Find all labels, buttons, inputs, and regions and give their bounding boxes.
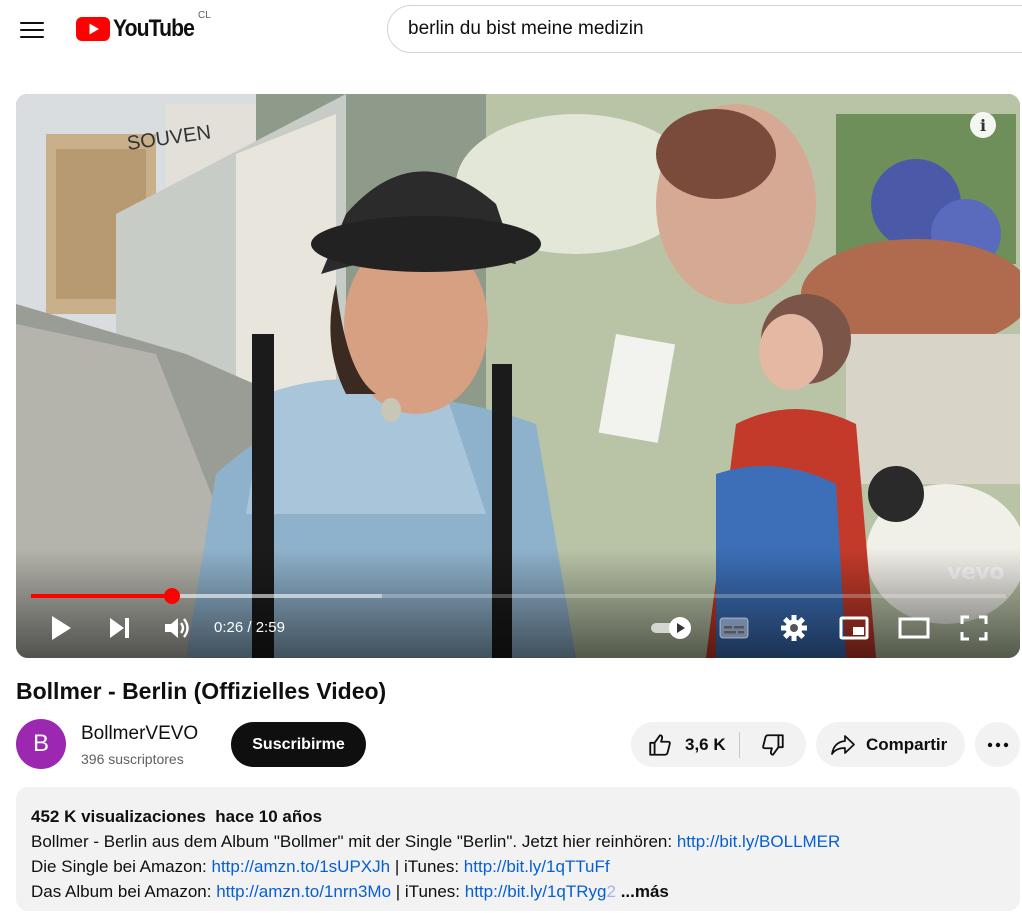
description-text: Bollmer - Berlin aus dem Album "Bollmer"… [31,832,677,851]
played-bar [31,594,173,598]
like-count: 3,6 K [685,734,726,754]
mute-button[interactable] [160,610,194,646]
description-separator: | iTunes: [390,857,464,876]
subtitles-icon [719,617,749,639]
itunes-album-link-faded: 2 [606,882,616,901]
like-dislike-group: 3,6 K [631,722,806,767]
current-time: 0:26 [214,619,244,636]
country-code: CL [198,10,211,21]
theater-mode-button[interactable] [896,610,932,646]
description-text: Die Single bei Amazon: [31,857,212,876]
description-line-2: Die Single bei Amazon: http://amzn.to/1s… [31,854,1005,879]
subscriber-count: 396 suscriptores [81,751,184,767]
next-button[interactable] [102,610,136,646]
video-player[interactable]: SOUVEN i vevo [16,94,1020,658]
subtitles-button[interactable] [716,610,752,646]
fullscreen-icon [960,615,988,641]
description-line-1: Bollmer - Berlin aus dem Album "Bollmer"… [31,829,1005,854]
time-separator: / [243,619,256,636]
description-line-3: Das Album bei Amazon: http://amzn.to/1nr… [31,879,1005,904]
thumbs-up-icon [649,733,671,756]
description-separator: | iTunes: [391,882,465,901]
play-button[interactable] [44,610,78,646]
settings-button[interactable] [776,610,812,646]
avatar[interactable]: B [16,719,66,769]
share-icon [831,734,855,755]
miniplayer-button[interactable] [836,610,872,646]
video-title: Bollmer - Berlin (Offizielles Video) [16,678,387,704]
youtube-logo[interactable]: YouTube CL [76,10,211,43]
upload-age: hace 10 años [215,807,323,826]
skip-next-icon [110,618,129,638]
description-meta: 452 K visualizaciones hace 10 años [31,804,1005,829]
thumbs-down-icon [762,733,784,756]
autoplay-toggle-icon [651,617,691,639]
search-input[interactable] [408,18,1008,40]
logo-wordmark: YouTube [113,15,195,42]
like-button[interactable]: 3,6 K [631,722,739,767]
more-actions-button[interactable] [975,722,1020,767]
progress-bar[interactable] [31,588,1006,604]
play-icon [52,616,71,640]
gear-icon [781,615,807,641]
share-button[interactable]: Compartir [816,722,965,767]
info-icon[interactable]: i [970,112,996,138]
miniplayer-icon [839,616,869,640]
time-display: 0:26 / 2:59 [214,619,285,636]
channel-name[interactable]: BollmerVEVO [81,723,198,745]
amazon-single-link[interactable]: http://amzn.to/1sUPXJh [212,857,391,876]
menu-icon[interactable] [14,12,50,48]
theater-mode-icon [898,617,930,639]
duration: 2:59 [255,619,285,636]
show-more-button[interactable]: ...más [621,882,669,901]
description-text: Das Album bei Amazon: [31,882,217,901]
share-label: Compartir [866,734,948,754]
itunes-album-link[interactable]: http://bit.ly/1qTRyg2 [465,882,616,901]
amazon-album-link[interactable]: http://amzn.to/1nrn3Mo [216,882,391,901]
volume-icon [165,618,189,638]
bollmer-album-link[interactable]: http://bit.ly/BOLLMER [677,832,840,851]
itunes-album-link-text: http://bit.ly/1qTRyg [464,882,607,901]
itunes-single-link[interactable]: http://bit.ly/1qTTuFf [464,857,610,876]
fullscreen-button[interactable] [956,610,992,646]
youtube-play-logo-icon [76,17,110,41]
masthead: YouTube CL [0,0,1022,60]
search-box[interactable] [387,5,1022,53]
dislike-button[interactable] [740,722,806,767]
subscribe-button[interactable]: Suscribirme [231,722,366,767]
more-horizontal-icon [987,742,1008,747]
description-box[interactable]: 452 K visualizaciones hace 10 años Bollm… [16,787,1020,911]
view-count: 452 K visualizaciones [31,807,206,826]
autoplay-toggle[interactable] [648,610,694,646]
